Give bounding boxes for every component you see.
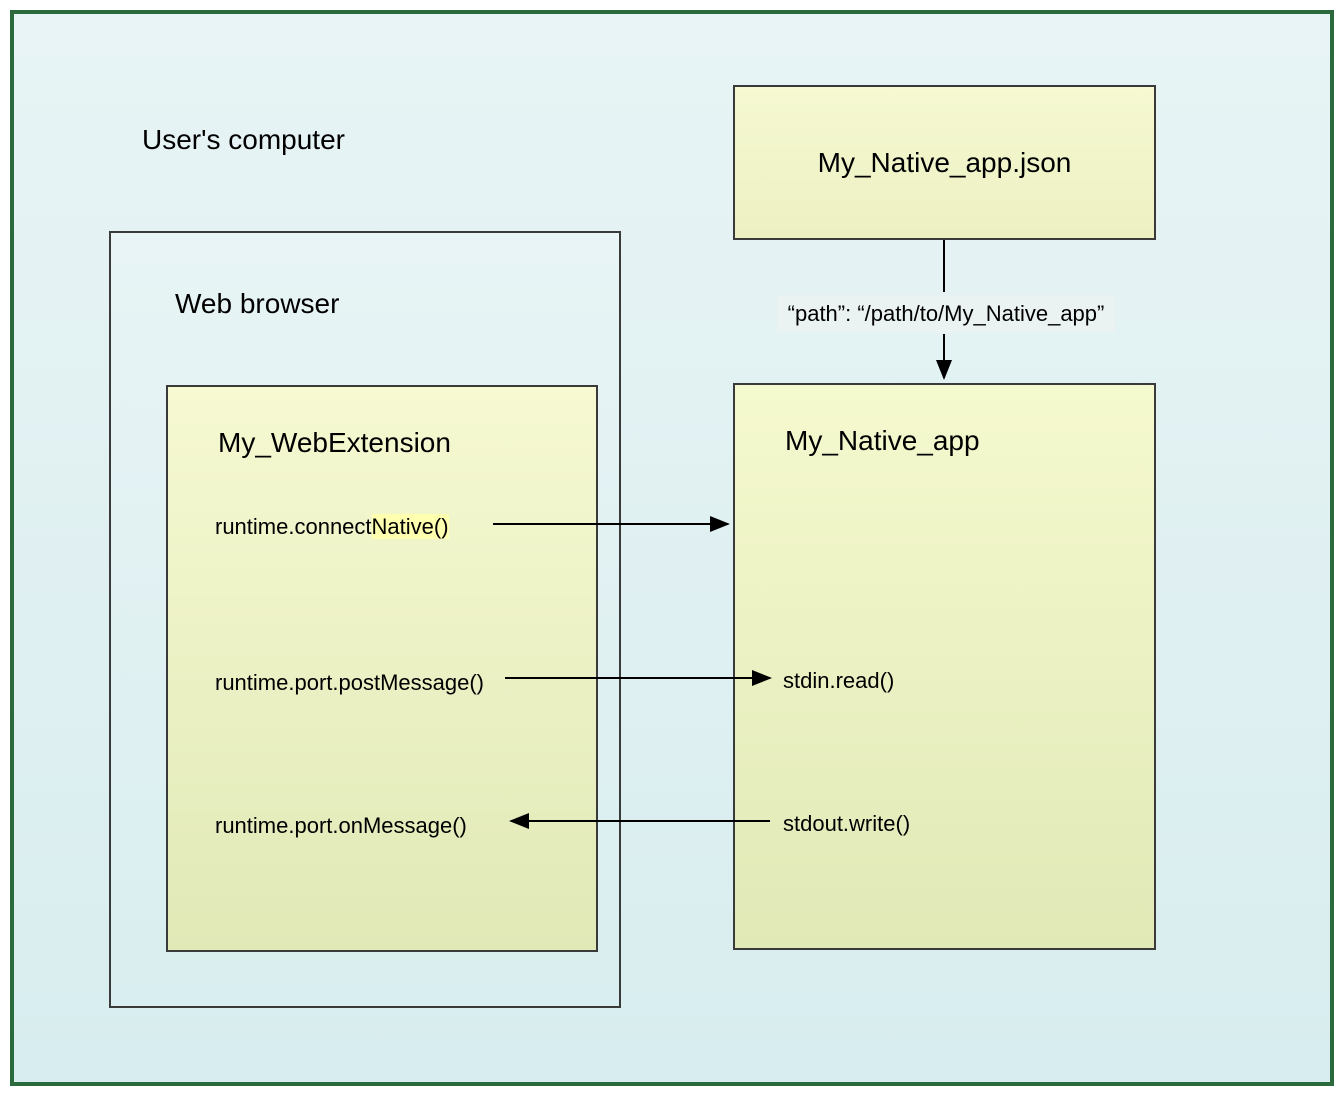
stdin-read-label: stdin.read() xyxy=(783,668,894,694)
path-label-box: “path”: “/path/to/My_Native_app” xyxy=(777,295,1115,333)
web-browser-box: Web browser My_WebExtension runtime.conn… xyxy=(109,231,621,1008)
web-browser-label: Web browser xyxy=(175,288,339,320)
users-computer-label: User's computer xyxy=(142,124,345,156)
runtime-connectnative-label: runtime.connectNative() xyxy=(215,514,449,540)
runtime-postmessage-label: runtime.port.postMessage() xyxy=(215,670,484,696)
webextension-title: My_WebExtension xyxy=(218,427,451,459)
runtime-onmessage-label: runtime.port.onMessage() xyxy=(215,813,467,839)
webextension-box: My_WebExtension runtime.connectNative() … xyxy=(166,385,598,952)
connectnative-highlight: Native() xyxy=(372,514,449,539)
stdout-write-label: stdout.write() xyxy=(783,811,910,837)
native-app-json-title: My_Native_app.json xyxy=(818,147,1072,179)
path-label-text: “path”: “/path/to/My_Native_app” xyxy=(788,301,1105,327)
connectnative-prefix: runtime.connect xyxy=(215,514,372,539)
native-app-box: My_Native_app stdin.read() stdout.write(… xyxy=(733,383,1156,950)
native-app-title: My_Native_app xyxy=(785,425,980,457)
users-computer-container: User's computer My_Native_app.json “path… xyxy=(10,10,1334,1086)
native-app-json-box: My_Native_app.json xyxy=(733,85,1156,240)
